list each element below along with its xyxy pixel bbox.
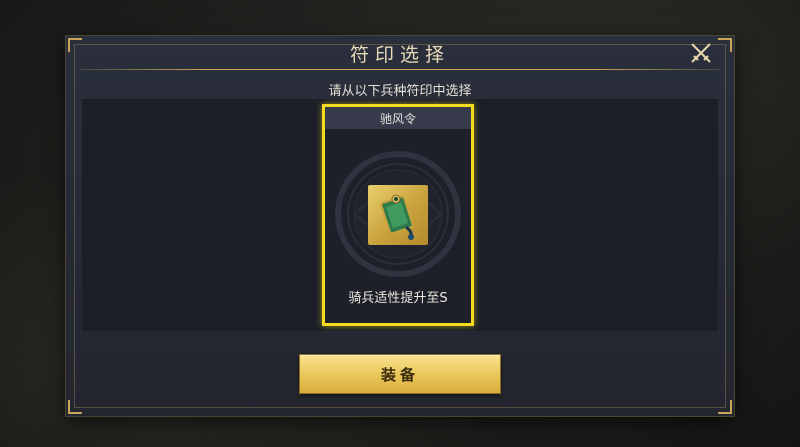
instruction-text: 请从以下兵种符印中选择: [328, 84, 472, 99]
title-divider: [80, 69, 720, 70]
close-button[interactable]: [688, 40, 714, 66]
seal-selection-dialog: 符印选择 请从以下兵种符印中选择 驰风令 骑兵适性提升至S 装备: [66, 36, 734, 416]
equip-button-label: 装备: [380, 365, 419, 384]
seal-card-chifengling[interactable]: 驰风令 骑兵适性提升至S: [322, 104, 474, 326]
dialog-title: 符印选择: [349, 43, 450, 66]
equip-button[interactable]: 装备: [299, 354, 501, 394]
corner-ornament-bottom-right: [718, 400, 732, 414]
crossed-swords-icon: [691, 43, 711, 63]
jade-token-seal-icon: [368, 185, 428, 245]
seal-card-title: 驰风令: [325, 107, 471, 129]
corner-ornament-bottom-left: [68, 400, 82, 414]
seal-card-description: 骑兵适性提升至S: [348, 291, 448, 306]
dialog-title-bar: 符印选择: [66, 36, 734, 70]
